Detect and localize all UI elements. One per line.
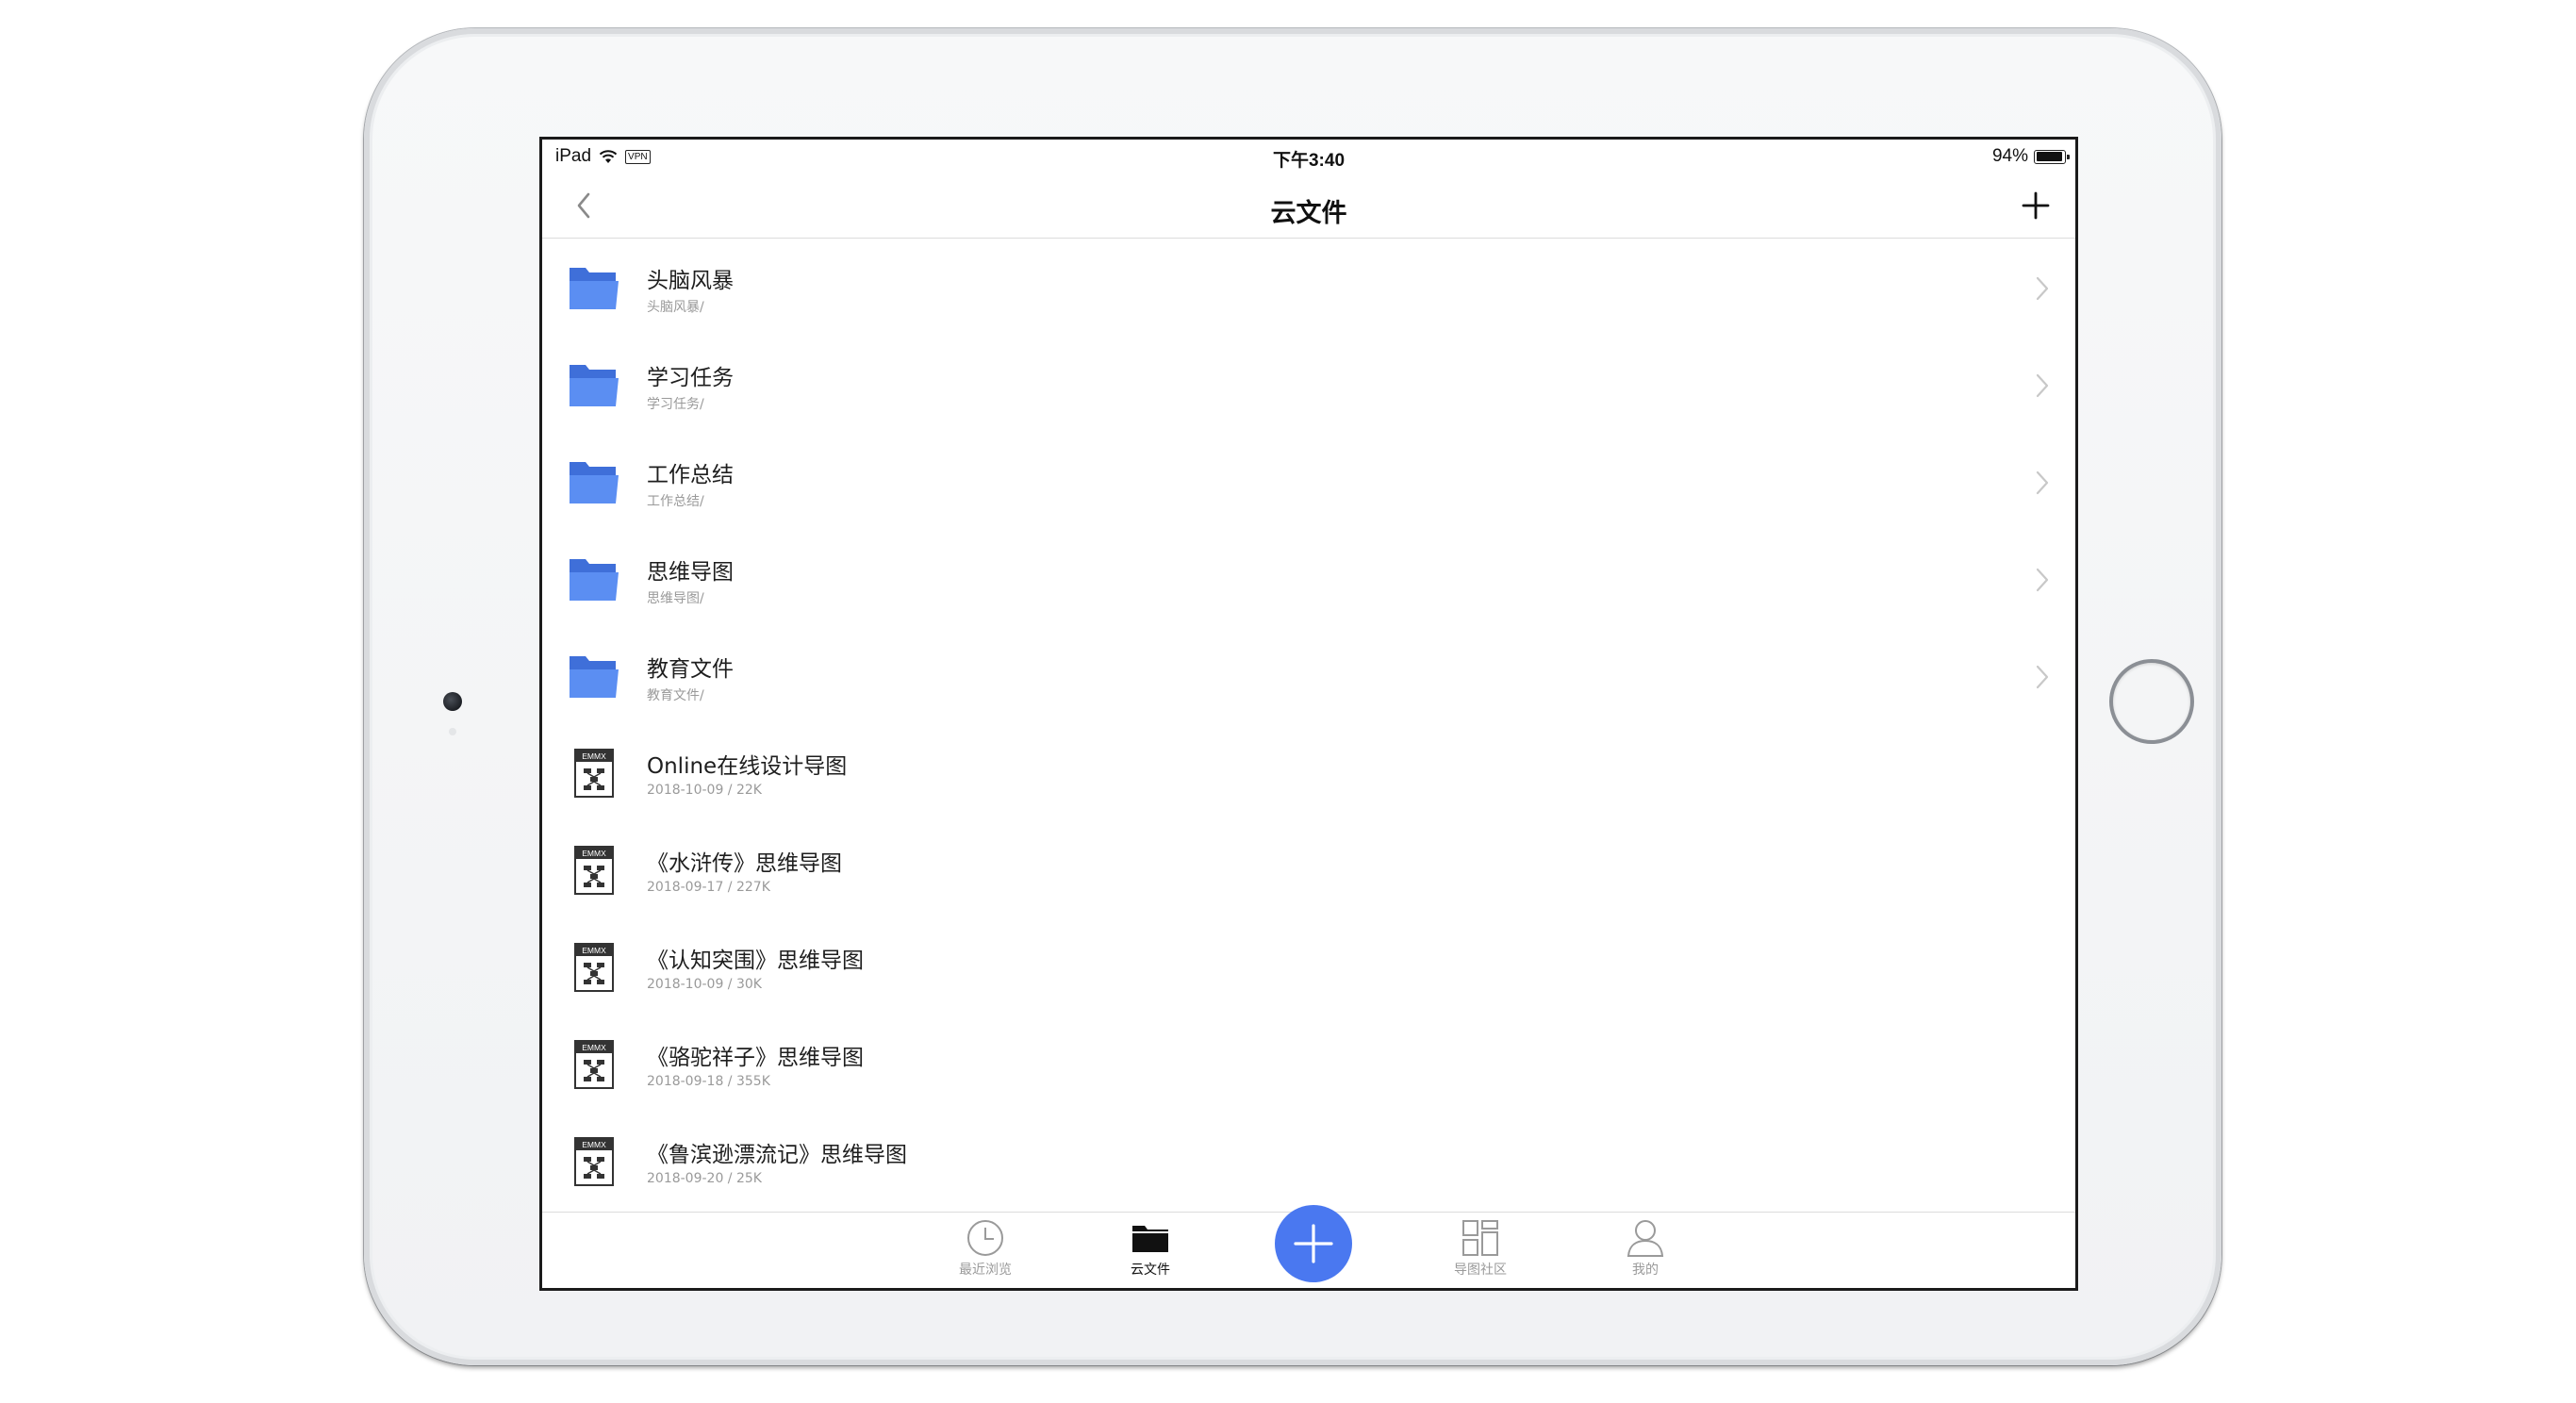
item-title: Online在线设计导图 [647, 754, 848, 779]
chevron-right-icon [2036, 373, 2049, 398]
navigation-bar: 云文件 [542, 173, 2075, 239]
battery-level [2036, 152, 2062, 161]
item-subtitle: 2018-09-20 / 25K [647, 1171, 762, 1186]
item-title: 《水浒传》思维导图 [647, 851, 842, 876]
file-row[interactable]: 《认知突围》思维导图 2018-10-09 / 30K EMMX [542, 919, 2075, 1016]
create-button[interactable] [1275, 1205, 1352, 1282]
item-subtitle: 头脑风暴/ [647, 300, 704, 315]
item-title: 头脑风暴 [647, 269, 734, 293]
battery-percent: 94% [1991, 146, 2028, 166]
chevron-right-icon [2036, 568, 2049, 592]
item-subtitle: 思维导图/ [647, 591, 704, 606]
folder-row[interactable]: 教育文件 教育文件/ [542, 628, 2075, 725]
tab-community[interactable]: 导图社区 [1424, 1216, 1537, 1286]
item-title: 思维导图 [647, 560, 734, 585]
item-subtitle: 2018-09-17 / 227K [647, 880, 770, 895]
item-subtitle: 2018-09-18 / 355K [647, 1074, 770, 1089]
folder-row[interactable]: 思维导图 思维导图/ [542, 531, 2075, 628]
status-bar: iPad VPN 下午3:40 94% [542, 140, 2075, 173]
battery-icon [2034, 149, 2070, 164]
folder-row[interactable]: 头脑风暴 头脑风暴/ [542, 239, 2075, 337]
item-title: 《认知突围》思维导图 [647, 949, 864, 973]
tab-cloud-files[interactable]: 云文件 [1094, 1216, 1207, 1286]
tab-recent[interactable]: 最近浏览 [929, 1216, 1042, 1286]
page-title: 云文件 [1270, 199, 1347, 228]
file-type-badge: EMMX [582, 1043, 606, 1052]
folder-icon [570, 365, 619, 406]
folder-icon [570, 268, 619, 309]
tab-label: 我的 [1632, 1263, 1659, 1278]
item-title: 工作总结 [647, 463, 734, 487]
file-type-badge: EMMX [582, 751, 606, 761]
app-screen: iPad VPN 下午3:40 94% 云文件 头脑风暴 头脑风暴/ 学习任务 … [539, 137, 2078, 1291]
plus-icon [1294, 1224, 1333, 1263]
file-row[interactable]: Online在线设计导图 2018-10-09 / 22K EMMX [542, 725, 2075, 822]
home-button[interactable] [2109, 659, 2194, 744]
file-row[interactable]: 《骆驼祥子》思维导图 2018-09-18 / 355K EMMX [542, 1016, 2075, 1114]
clock-icon [967, 1220, 1003, 1256]
tab-label: 导图社区 [1454, 1263, 1507, 1278]
person-icon [1627, 1220, 1664, 1257]
folder-icon [570, 462, 619, 503]
file-type-badge: EMMX [582, 946, 606, 955]
item-title: 《鲁滨逊漂流记》思维导图 [647, 1143, 907, 1167]
chevron-right-icon [2036, 276, 2049, 301]
ambient-sensor [449, 728, 456, 735]
item-subtitle: 工作总结/ [647, 494, 704, 509]
file-type-badge: EMMX [582, 1140, 606, 1149]
chevron-right-icon [2036, 470, 2049, 495]
item-subtitle: 教育文件/ [647, 688, 704, 703]
tab-bar: 最近浏览 云文件 导图社区 我的 [542, 1205, 2075, 1288]
item-title: 《骆驼祥子》思维导图 [647, 1046, 864, 1070]
item-subtitle: 2018-10-09 / 22K [647, 783, 762, 798]
plus-icon[interactable] [2017, 187, 2055, 224]
grid-icon [1462, 1220, 1498, 1256]
status-right: 94% [1991, 146, 2070, 167]
folder-icon [1132, 1226, 1168, 1252]
item-subtitle: 2018-10-09 / 30K [647, 977, 762, 992]
folder-row[interactable]: 工作总结 工作总结/ [542, 434, 2075, 531]
file-type-badge: EMMX [582, 849, 606, 858]
item-title: 教育文件 [647, 657, 734, 682]
file-row[interactable]: 《水浒传》思维导图 2018-09-17 / 227K EMMX [542, 822, 2075, 919]
tab-profile[interactable]: 我的 [1589, 1216, 1702, 1286]
file-list: 头脑风暴 头脑风暴/ 学习任务 学习任务/ 工作总结 工作总结/ 思维导图 思维… [542, 239, 2075, 1211]
tab-label: 最近浏览 [959, 1263, 1012, 1278]
front-camera [443, 692, 462, 711]
folder-row[interactable]: 学习任务 学习任务/ [542, 337, 2075, 434]
item-subtitle: 学习任务/ [647, 397, 704, 412]
folder-icon [570, 559, 619, 601]
item-title: 学习任务 [647, 366, 734, 390]
folder-icon [570, 656, 619, 698]
status-time: 下午3:40 [1272, 151, 1346, 171]
file-row[interactable]: 《鲁滨逊漂流记》思维导图 2018-09-20 / 25K EMMX [542, 1114, 2075, 1211]
tab-label: 云文件 [1131, 1263, 1170, 1278]
chevron-right-icon [2036, 665, 2049, 689]
